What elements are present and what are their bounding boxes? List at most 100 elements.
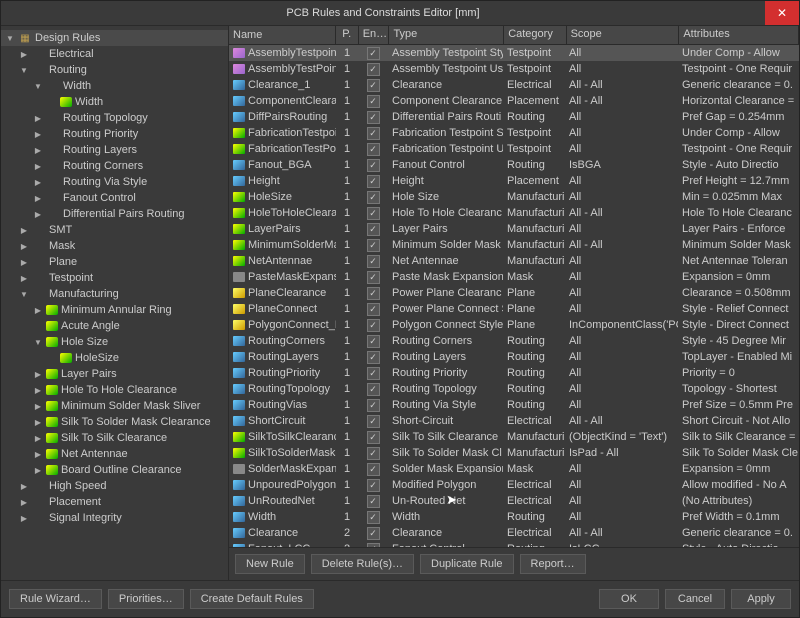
tree-item[interactable]: ▶Minimum Solder Mask Sliver	[1, 398, 228, 414]
checkbox-icon[interactable]: ✓	[367, 399, 380, 412]
expander-icon[interactable]: ▶	[19, 258, 29, 267]
table-row[interactable]: FabricationTestpoin1✓Fabrication Testpoi…	[229, 125, 799, 141]
cell-enabled[interactable]: ✓	[358, 174, 388, 189]
table-row[interactable]: DiffPairsRouting1✓Differential Pairs Rou…	[229, 109, 799, 125]
tree-item[interactable]: ▶Layer Pairs	[1, 366, 228, 382]
tree-item[interactable]: ▶SMT	[1, 222, 228, 238]
tree-item[interactable]: ▼Width	[1, 78, 228, 94]
checkbox-icon[interactable]: ✓	[367, 175, 380, 188]
table-row[interactable]: Width1✓WidthRoutingAllPref Width = 0.1mm	[229, 509, 799, 525]
cell-enabled[interactable]: ✓	[358, 462, 388, 477]
table-row[interactable]: FabricationTestPoin1✓Fabrication Testpoi…	[229, 141, 799, 157]
expander-icon[interactable]: ▶	[33, 418, 43, 427]
expander-icon[interactable]: ▶	[33, 370, 43, 379]
delete-rule-button[interactable]: Delete Rule(s)…	[311, 554, 414, 574]
rules-tree[interactable]: ▼▦Design Rules▶Electrical▼Routing▼WidthW…	[1, 26, 229, 580]
tree-item[interactable]: ▼▦Design Rules	[1, 30, 228, 46]
tree-item[interactable]: ▶Minimum Annular Ring	[1, 302, 228, 318]
checkbox-icon[interactable]: ✓	[367, 303, 380, 316]
expander-icon[interactable]: ▶	[33, 386, 43, 395]
cell-enabled[interactable]: ✓	[358, 302, 388, 317]
table-row[interactable]: PolygonConnect_PC1✓Polygon Connect Style…	[229, 317, 799, 333]
rule-wizard-button[interactable]: Rule Wizard…	[9, 589, 102, 609]
cell-enabled[interactable]: ✓	[358, 94, 388, 109]
checkbox-icon[interactable]: ✓	[367, 111, 380, 124]
checkbox-icon[interactable]: ✓	[367, 463, 380, 476]
cell-enabled[interactable]: ✓	[358, 398, 388, 413]
expander-icon[interactable]: ▶	[19, 50, 29, 59]
create-default-rules-button[interactable]: Create Default Rules	[190, 589, 314, 609]
tree-item[interactable]: ▶Routing Layers	[1, 142, 228, 158]
expander-icon[interactable]: ▶	[19, 226, 29, 235]
col-name[interactable]: Name	[229, 26, 336, 44]
checkbox-icon[interactable]: ✓	[367, 255, 380, 268]
table-row[interactable]: RoutingTopology1✓Routing TopologyRouting…	[229, 381, 799, 397]
new-rule-button[interactable]: New Rule	[235, 554, 305, 574]
table-row[interactable]: LayerPairs1✓Layer PairsManufacturinAllLa…	[229, 221, 799, 237]
checkbox-icon[interactable]: ✓	[367, 287, 380, 300]
table-row[interactable]: ShortCircuit1✓Short-CircuitElectricalAll…	[229, 413, 799, 429]
cell-enabled[interactable]: ✓	[358, 206, 388, 221]
col-scope[interactable]: Scope	[567, 26, 680, 44]
report-button[interactable]: Report…	[520, 554, 586, 574]
tree-item[interactable]: ▶Mask	[1, 238, 228, 254]
expander-icon[interactable]: ▶	[33, 178, 43, 187]
checkbox-icon[interactable]: ✓	[367, 351, 380, 364]
tree-item[interactable]: ▶Fanout Control	[1, 190, 228, 206]
checkbox-icon[interactable]: ✓	[367, 431, 380, 444]
col-enabled[interactable]: En…	[359, 26, 390, 44]
expander-icon[interactable]: ▶	[33, 450, 43, 459]
cell-enabled[interactable]: ✓	[358, 238, 388, 253]
expander-icon[interactable]: ▶	[33, 114, 43, 123]
expander-icon[interactable]: ▶	[33, 466, 43, 475]
cell-enabled[interactable]: ✓	[358, 270, 388, 285]
cell-enabled[interactable]: ✓	[358, 318, 388, 333]
cell-enabled[interactable]: ✓	[358, 478, 388, 493]
tree-item[interactable]: Acute Angle	[1, 318, 228, 334]
checkbox-icon[interactable]: ✓	[367, 495, 380, 508]
duplicate-rule-button[interactable]: Duplicate Rule	[420, 554, 514, 574]
expander-icon[interactable]: ▼	[33, 338, 43, 347]
tree-item[interactable]: ▶Electrical	[1, 46, 228, 62]
col-attributes[interactable]: Attributes	[679, 26, 799, 44]
tree-item[interactable]: ▼Manufacturing	[1, 286, 228, 302]
expander-icon[interactable]: ▶	[33, 162, 43, 171]
tree-item[interactable]: Width	[1, 94, 228, 110]
tree-item[interactable]: ▶Hole To Hole Clearance	[1, 382, 228, 398]
tree-item[interactable]: ▶Silk To Silk Clearance	[1, 430, 228, 446]
expander-icon[interactable]: ▶	[19, 242, 29, 251]
checkbox-icon[interactable]: ✓	[367, 447, 380, 460]
ok-button[interactable]: OK	[599, 589, 659, 609]
cell-enabled[interactable]: ✓	[358, 46, 388, 61]
expander-icon[interactable]: ▶	[33, 210, 43, 219]
table-row[interactable]: PasteMaskExpansio1✓Paste Mask ExpansionM…	[229, 269, 799, 285]
table-row[interactable]: RoutingPriority1✓Routing PriorityRouting…	[229, 365, 799, 381]
expander-icon[interactable]: ▶	[33, 402, 43, 411]
checkbox-icon[interactable]: ✓	[367, 63, 380, 76]
cell-enabled[interactable]: ✓	[358, 382, 388, 397]
cancel-button[interactable]: Cancel	[665, 589, 725, 609]
tree-item[interactable]: HoleSize	[1, 350, 228, 366]
table-row[interactable]: RoutingCorners1✓Routing CornersRoutingAl…	[229, 333, 799, 349]
checkbox-icon[interactable]: ✓	[367, 383, 380, 396]
tree-item[interactable]: ▶Testpoint	[1, 270, 228, 286]
table-row[interactable]: RoutingVias1✓Routing Via StyleRoutingAll…	[229, 397, 799, 413]
cell-enabled[interactable]: ✓	[358, 286, 388, 301]
priorities-button[interactable]: Priorities…	[108, 589, 184, 609]
cell-enabled[interactable]: ✓	[358, 414, 388, 429]
cell-enabled[interactable]: ✓	[358, 126, 388, 141]
checkbox-icon[interactable]: ✓	[367, 271, 380, 284]
cell-enabled[interactable]: ✓	[358, 158, 388, 173]
table-row[interactable]: Fanout_BGA1✓Fanout ControlRoutingIsBGASt…	[229, 157, 799, 173]
cell-enabled[interactable]: ✓	[358, 222, 388, 237]
cell-enabled[interactable]: ✓	[358, 254, 388, 269]
cell-enabled[interactable]: ✓	[358, 510, 388, 525]
checkbox-icon[interactable]: ✓	[367, 191, 380, 204]
table-row[interactable]: ComponentClearan1✓Component ClearancePla…	[229, 93, 799, 109]
apply-button[interactable]: Apply	[731, 589, 791, 609]
close-button[interactable]: ✕	[765, 1, 799, 25]
expander-icon[interactable]: ▼	[5, 34, 15, 43]
table-row[interactable]: SilkToSilkClearance_1✓Silk To Silk Clear…	[229, 429, 799, 445]
expander-icon[interactable]: ▶	[19, 514, 29, 523]
cell-enabled[interactable]: ✓	[358, 494, 388, 509]
